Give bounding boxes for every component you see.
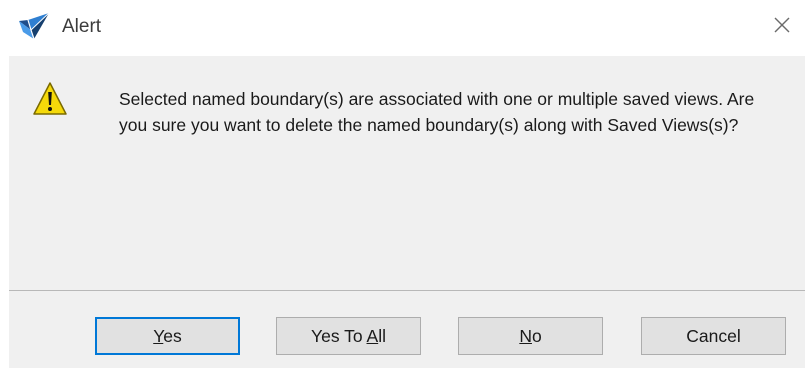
no-button[interactable]: No <box>458 317 603 355</box>
close-icon <box>773 16 791 34</box>
yes-to-all-mnemonic: A <box>366 325 379 346</box>
button-bar: Yes Yes To All No Cancel <box>9 291 805 368</box>
yes-label-after: es <box>163 325 182 346</box>
window-title: Alert <box>62 16 102 37</box>
no-mnemonic: N <box>519 325 532 346</box>
yes-to-all-label-before: Yes To <box>311 325 367 346</box>
message-area: Selected named boundary(s) are associate… <box>9 56 805 290</box>
app-logo-icon <box>18 12 50 40</box>
close-button[interactable] <box>759 0 805 50</box>
yes-to-all-button[interactable]: Yes To All <box>276 317 421 355</box>
alert-dialog: Alert Selected named boundary(s) are ass… <box>0 0 805 368</box>
yes-button[interactable]: Yes <box>95 317 240 355</box>
title-bar[interactable]: Alert <box>0 0 805 54</box>
no-label-after: o <box>531 325 542 346</box>
warning-icon <box>32 81 68 117</box>
cancel-button[interactable]: Cancel <box>641 317 786 355</box>
yes-mnemonic: Y <box>153 325 164 346</box>
yes-to-all-label-after: ll <box>378 325 386 346</box>
alert-message: Selected named boundary(s) are associate… <box>119 89 755 135</box>
